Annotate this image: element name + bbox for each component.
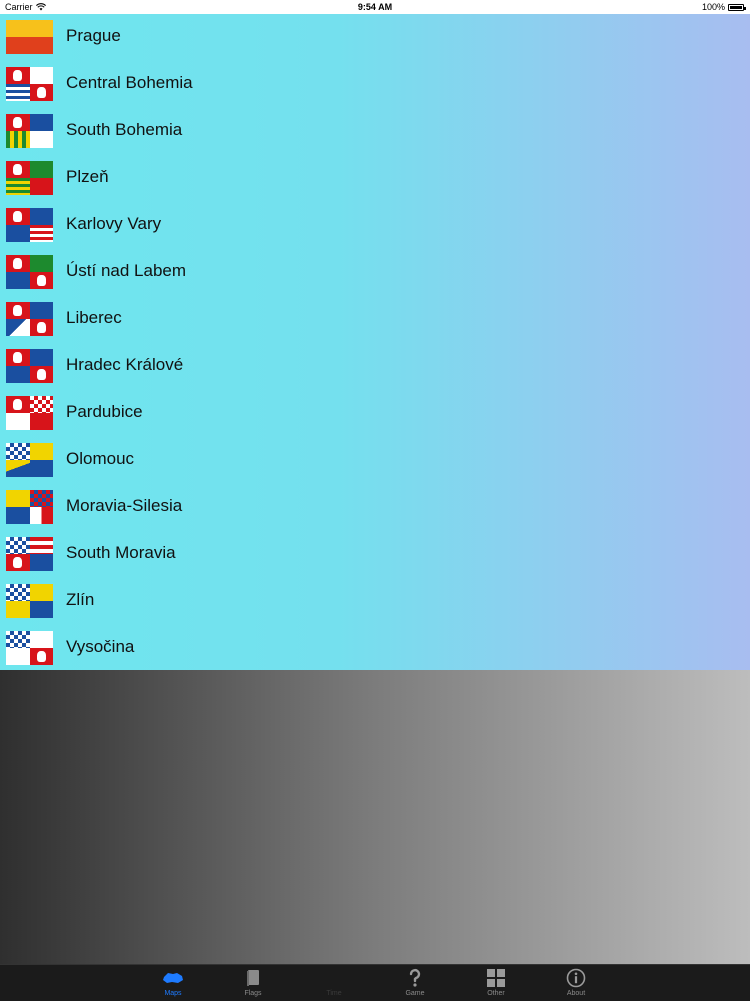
question-icon — [409, 968, 421, 987]
region-label: Ústí nad Labem — [66, 261, 187, 280]
region-label: Vysočina — [66, 637, 135, 656]
plzen-flag-icon — [6, 161, 53, 195]
region-list: Prague Central Bohemia South Bohemia Plz… — [0, 14, 750, 670]
list-item-karlovy-vary[interactable]: Karlovy Vary — [0, 202, 750, 249]
tab-about[interactable]: About — [546, 965, 606, 1001]
pardubice-flag-icon — [6, 396, 53, 430]
vysocina-flag-icon — [6, 631, 53, 665]
list-item-olomouc[interactable]: Olomouc — [0, 437, 750, 484]
region-label: South Bohemia — [66, 120, 183, 139]
empty-background — [0, 670, 750, 964]
list-item-zlin[interactable]: Zlín — [0, 578, 750, 625]
list-item-central-bohemia[interactable]: Central Bohemia — [0, 61, 750, 108]
list-item-moravia-silesia[interactable]: Moravia-Silesia — [0, 484, 750, 531]
tab-label: Maps — [164, 990, 182, 997]
tab-label: Flags — [244, 990, 262, 997]
region-label: Moravia-Silesia — [66, 496, 183, 515]
tab-label: Other — [487, 990, 505, 997]
region-label: Karlovy Vary — [66, 214, 162, 233]
karlovy-vary-flag-icon — [6, 208, 53, 242]
list-item-pardubice[interactable]: Pardubice — [0, 390, 750, 437]
region-label: Hradec Králové — [66, 355, 184, 374]
list-item-hradec-kralove[interactable]: Hradec Králové — [0, 343, 750, 390]
tab-maps[interactable]: Maps — [143, 965, 203, 1001]
region-label: Liberec — [66, 308, 122, 327]
zlin-flag-icon — [6, 584, 53, 618]
battery-percent: 100% — [701, 2, 725, 12]
tab-label: Time — [326, 990, 342, 997]
battery-group: 100% — [701, 2, 746, 12]
czech-map-icon — [163, 973, 183, 983]
list-item-plzen[interactable]: Plzeň — [0, 155, 750, 202]
usti-nad-labem-flag-icon — [6, 255, 53, 289]
region-label: South Moravia — [66, 543, 176, 562]
clock: 9:54 AM — [357, 2, 393, 12]
info-icon — [566, 968, 586, 988]
tab-bar: Maps Flags Time Game Other About — [0, 964, 750, 1001]
hradec-kralove-flag-icon — [6, 349, 53, 383]
prague-flag-icon — [6, 20, 53, 54]
list-item-usti-nad-labem[interactable]: Ústí nad Labem — [0, 249, 750, 296]
grid-icon — [487, 969, 505, 987]
tab-game[interactable]: Game — [385, 965, 445, 1001]
tab-label: Game — [405, 990, 425, 997]
central-bohemia-flag-icon — [6, 67, 53, 101]
moravia-silesia-flag-icon — [6, 490, 53, 524]
list-item-vysocina[interactable]: Vysočina — [0, 625, 750, 672]
book-icon — [247, 970, 259, 986]
battery-icon — [728, 3, 746, 11]
list-item-south-moravia[interactable]: South Moravia — [0, 531, 750, 578]
region-label: Zlín — [66, 590, 95, 609]
south-bohemia-flag-icon — [6, 114, 53, 148]
olomouc-flag-icon — [6, 443, 53, 477]
south-moravia-flag-icon — [6, 537, 53, 571]
region-label: Olomouc — [66, 449, 135, 468]
region-label: Prague — [66, 26, 121, 45]
tab-label: About — [566, 990, 586, 997]
status-bar: Carrier 9:54 AM 100% — [0, 0, 750, 14]
region-label: Plzeň — [66, 167, 109, 186]
tab-other[interactable]: Other — [466, 965, 526, 1001]
tab-time[interactable]: Time — [304, 965, 364, 1001]
region-label: Central Bohemia — [66, 73, 193, 92]
list-item-south-bohemia[interactable]: South Bohemia — [0, 108, 750, 155]
liberec-flag-icon — [6, 302, 53, 336]
list-item-prague[interactable]: Prague — [0, 14, 750, 61]
region-label: Pardubice — [66, 402, 143, 421]
tab-flags[interactable]: Flags — [223, 965, 283, 1001]
list-item-liberec[interactable]: Liberec — [0, 296, 750, 343]
